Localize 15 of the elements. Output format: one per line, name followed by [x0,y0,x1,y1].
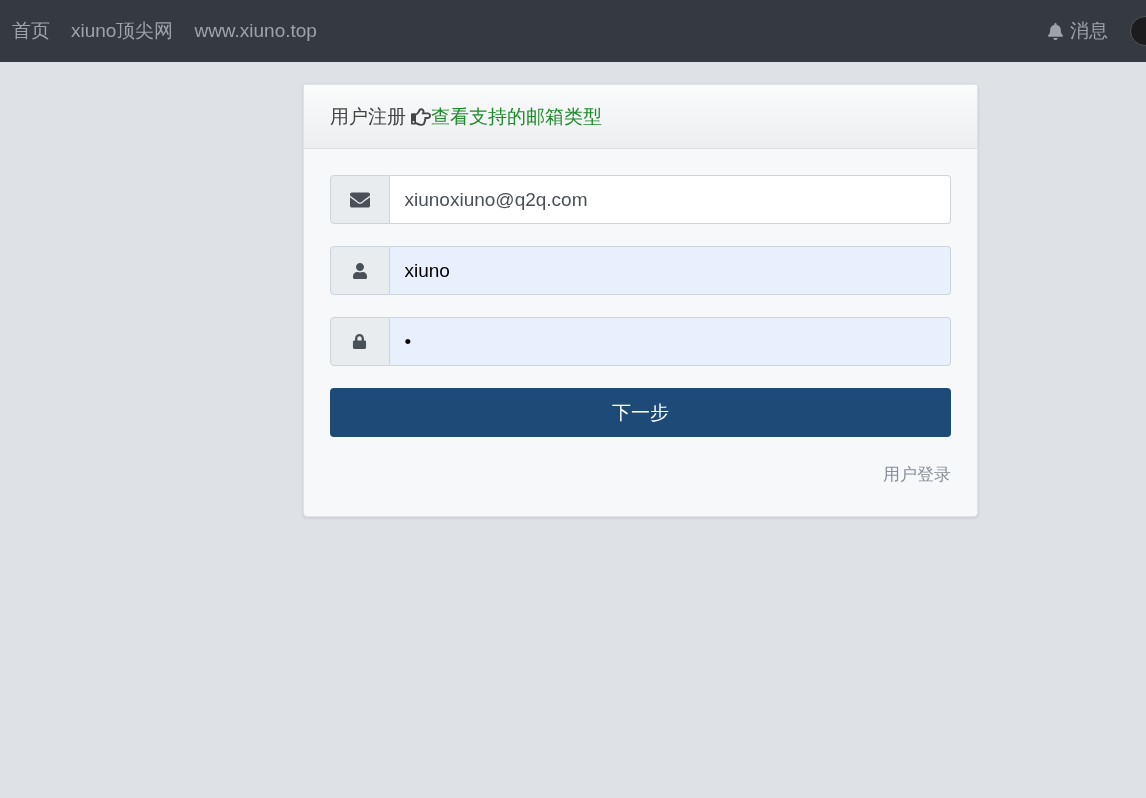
lock-icon [352,334,367,349]
input-field[interactable]: xiunoxiuno@q2q.com [389,175,951,224]
nav-link[interactable]: xiuno顶尖网 [71,18,174,44]
email-types-link[interactable]: 查看支持的邮箱类型 [430,103,602,130]
input-field[interactable]: xiuno [389,246,951,295]
nav-link[interactable]: www.xiuno.top [194,20,317,42]
hand-pointing-icon [410,106,431,127]
next-button[interactable]: 下一步 [329,388,951,437]
messages-link[interactable]: 消息 [1047,18,1108,44]
card-title: 用户注册 [329,104,406,129]
nav-link[interactable]: 首页 [12,18,50,44]
input-field[interactable]: • [389,317,951,366]
bell-icon [1047,22,1064,40]
login-link[interactable]: 用户登录 [882,463,951,486]
user-icon [351,262,368,279]
